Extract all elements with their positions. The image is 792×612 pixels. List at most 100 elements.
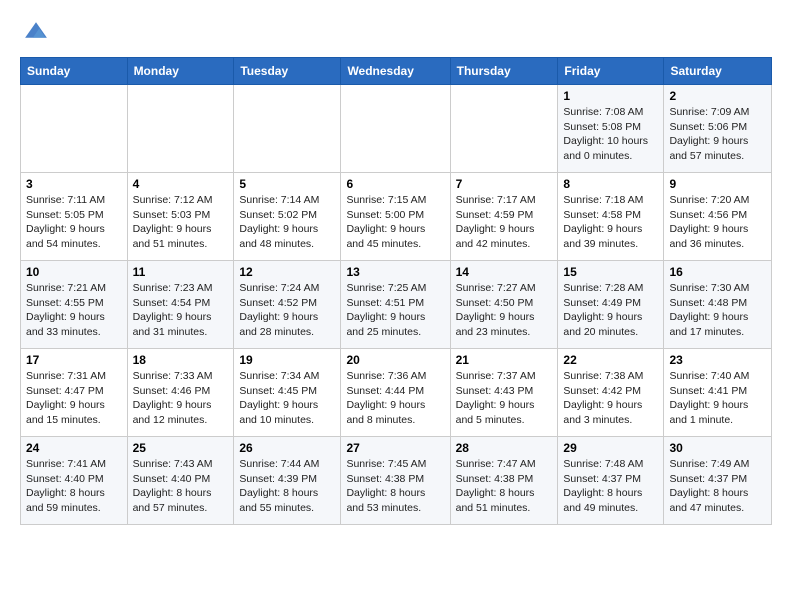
day-info: Sunrise: 7:40 AM Sunset: 4:41 PM Dayligh… bbox=[669, 369, 766, 428]
weekday-header: Wednesday bbox=[341, 58, 450, 85]
day-info: Sunrise: 7:41 AM Sunset: 4:40 PM Dayligh… bbox=[26, 457, 122, 516]
calendar-week-row: 24Sunrise: 7:41 AM Sunset: 4:40 PM Dayli… bbox=[21, 437, 772, 525]
day-info: Sunrise: 7:28 AM Sunset: 4:49 PM Dayligh… bbox=[563, 281, 658, 340]
calendar-cell: 23 Sunrise: 7:40 AM Sunset: 4:41 PM Dayli… bbox=[664, 349, 772, 437]
calendar-cell bbox=[127, 85, 234, 173]
day-info: Sunrise: 7:20 AM Sunset: 4:56 PM Dayligh… bbox=[669, 193, 766, 252]
calendar-week-row: 17Sunrise: 7:31 AM Sunset: 4:47 PM Dayli… bbox=[21, 349, 772, 437]
calendar-cell bbox=[450, 85, 558, 173]
page: SundayMondayTuesdayWednesdayThursdayFrid… bbox=[0, 0, 792, 541]
day-number: 7 bbox=[456, 177, 553, 191]
calendar-cell: 19 Sunrise: 7:34 AM Sunset: 4:45 PM Dayli… bbox=[234, 349, 341, 437]
logo bbox=[20, 16, 50, 49]
calendar-cell: 25Sunrise: 7:43 AM Sunset: 4:40 PM Dayli… bbox=[127, 437, 234, 525]
weekday-header: Saturday bbox=[664, 58, 772, 85]
day-number: 19 bbox=[239, 353, 335, 367]
day-info: Sunrise: 7:17 AM Sunset: 4:59 PM Dayligh… bbox=[456, 193, 553, 252]
day-number: 9 bbox=[669, 177, 766, 191]
day-info: Sunrise: 7:30 AM Sunset: 4:48 PM Dayligh… bbox=[669, 281, 766, 340]
calendar-cell: 10Sunrise: 7:21 AM Sunset: 4:55 PM Dayli… bbox=[21, 261, 128, 349]
weekday-header: Monday bbox=[127, 58, 234, 85]
day-info: Sunrise: 7:36 AM Sunset: 4:44 PM Dayligh… bbox=[346, 369, 444, 428]
day-number: 20 bbox=[346, 353, 444, 367]
calendar-cell: 4 Sunrise: 7:12 AM Sunset: 5:03 PM Daylig… bbox=[127, 173, 234, 261]
calendar-week-row: 1 Sunrise: 7:08 AM Sunset: 5:08 PM Daylig… bbox=[21, 85, 772, 173]
calendar-cell: 21 Sunrise: 7:37 AM Sunset: 4:43 PM Dayli… bbox=[450, 349, 558, 437]
day-number: 6 bbox=[346, 177, 444, 191]
day-info: Sunrise: 7:11 AM Sunset: 5:05 PM Dayligh… bbox=[26, 193, 122, 252]
calendar-cell bbox=[234, 85, 341, 173]
calendar-cell: 14 Sunrise: 7:27 AM Sunset: 4:50 PM Dayli… bbox=[450, 261, 558, 349]
day-number: 16 bbox=[669, 265, 766, 279]
day-number: 18 bbox=[133, 353, 229, 367]
day-info: Sunrise: 7:44 AM Sunset: 4:39 PM Dayligh… bbox=[239, 457, 335, 516]
weekday-header: Friday bbox=[558, 58, 664, 85]
day-info: Sunrise: 7:31 AM Sunset: 4:47 PM Dayligh… bbox=[26, 369, 122, 428]
weekday-header: Sunday bbox=[21, 58, 128, 85]
day-number: 8 bbox=[563, 177, 658, 191]
weekday-header: Thursday bbox=[450, 58, 558, 85]
day-number: 25 bbox=[133, 441, 229, 455]
header bbox=[20, 16, 772, 49]
calendar-cell: 26Sunrise: 7:44 AM Sunset: 4:39 PM Dayli… bbox=[234, 437, 341, 525]
day-info: Sunrise: 7:34 AM Sunset: 4:45 PM Dayligh… bbox=[239, 369, 335, 428]
day-number: 27 bbox=[346, 441, 444, 455]
calendar-cell: 20 Sunrise: 7:36 AM Sunset: 4:44 PM Dayli… bbox=[341, 349, 450, 437]
day-info: Sunrise: 7:09 AM Sunset: 5:06 PM Dayligh… bbox=[669, 105, 766, 164]
day-info: Sunrise: 7:15 AM Sunset: 5:00 PM Dayligh… bbox=[346, 193, 444, 252]
logo-icon bbox=[22, 16, 50, 44]
day-number: 12 bbox=[239, 265, 335, 279]
day-number: 3 bbox=[26, 177, 122, 191]
calendar-cell: 3 Sunrise: 7:11 AM Sunset: 5:05 PM Daylig… bbox=[21, 173, 128, 261]
calendar-cell: 9 Sunrise: 7:20 AM Sunset: 4:56 PM Daylig… bbox=[664, 173, 772, 261]
day-info: Sunrise: 7:37 AM Sunset: 4:43 PM Dayligh… bbox=[456, 369, 553, 428]
day-info: Sunrise: 7:12 AM Sunset: 5:03 PM Dayligh… bbox=[133, 193, 229, 252]
day-info: Sunrise: 7:08 AM Sunset: 5:08 PM Dayligh… bbox=[563, 105, 658, 164]
day-info: Sunrise: 7:18 AM Sunset: 4:58 PM Dayligh… bbox=[563, 193, 658, 252]
calendar-cell: 8 Sunrise: 7:18 AM Sunset: 4:58 PM Daylig… bbox=[558, 173, 664, 261]
day-number: 5 bbox=[239, 177, 335, 191]
day-number: 2 bbox=[669, 89, 766, 103]
day-number: 21 bbox=[456, 353, 553, 367]
calendar-cell: 13Sunrise: 7:25 AM Sunset: 4:51 PM Dayli… bbox=[341, 261, 450, 349]
day-info: Sunrise: 7:14 AM Sunset: 5:02 PM Dayligh… bbox=[239, 193, 335, 252]
calendar-cell: 7 Sunrise: 7:17 AM Sunset: 4:59 PM Daylig… bbox=[450, 173, 558, 261]
calendar-cell: 24Sunrise: 7:41 AM Sunset: 4:40 PM Dayli… bbox=[21, 437, 128, 525]
calendar-cell: 27 Sunrise: 7:45 AM Sunset: 4:38 PM Dayli… bbox=[341, 437, 450, 525]
calendar-cell bbox=[21, 85, 128, 173]
day-info: Sunrise: 7:24 AM Sunset: 4:52 PM Dayligh… bbox=[239, 281, 335, 340]
day-info: Sunrise: 7:45 AM Sunset: 4:38 PM Dayligh… bbox=[346, 457, 444, 516]
calendar-cell: 1 Sunrise: 7:08 AM Sunset: 5:08 PM Daylig… bbox=[558, 85, 664, 173]
day-info: Sunrise: 7:38 AM Sunset: 4:42 PM Dayligh… bbox=[563, 369, 658, 428]
calendar-table: SundayMondayTuesdayWednesdayThursdayFrid… bbox=[20, 57, 772, 525]
day-number: 1 bbox=[563, 89, 658, 103]
weekday-header: Tuesday bbox=[234, 58, 341, 85]
day-number: 14 bbox=[456, 265, 553, 279]
calendar-cell: 18 Sunrise: 7:33 AM Sunset: 4:46 PM Dayli… bbox=[127, 349, 234, 437]
day-info: Sunrise: 7:33 AM Sunset: 4:46 PM Dayligh… bbox=[133, 369, 229, 428]
calendar-cell: 22Sunrise: 7:38 AM Sunset: 4:42 PM Dayli… bbox=[558, 349, 664, 437]
calendar-cell: 30 Sunrise: 7:49 AM Sunset: 4:37 PM Dayli… bbox=[664, 437, 772, 525]
day-number: 30 bbox=[669, 441, 766, 455]
day-info: Sunrise: 7:21 AM Sunset: 4:55 PM Dayligh… bbox=[26, 281, 122, 340]
day-number: 29 bbox=[563, 441, 658, 455]
calendar-cell: 2 Sunrise: 7:09 AM Sunset: 5:06 PM Daylig… bbox=[664, 85, 772, 173]
weekday-header-row: SundayMondayTuesdayWednesdayThursdayFrid… bbox=[21, 58, 772, 85]
day-info: Sunrise: 7:27 AM Sunset: 4:50 PM Dayligh… bbox=[456, 281, 553, 340]
calendar-cell: 29 Sunrise: 7:48 AM Sunset: 4:37 PM Dayli… bbox=[558, 437, 664, 525]
day-number: 11 bbox=[133, 265, 229, 279]
calendar-cell: 28Sunrise: 7:47 AM Sunset: 4:38 PM Dayli… bbox=[450, 437, 558, 525]
day-info: Sunrise: 7:47 AM Sunset: 4:38 PM Dayligh… bbox=[456, 457, 553, 516]
day-number: 13 bbox=[346, 265, 444, 279]
day-info: Sunrise: 7:48 AM Sunset: 4:37 PM Dayligh… bbox=[563, 457, 658, 516]
calendar-cell: 16 Sunrise: 7:30 AM Sunset: 4:48 PM Dayli… bbox=[664, 261, 772, 349]
calendar-cell: 5 Sunrise: 7:14 AM Sunset: 5:02 PM Daylig… bbox=[234, 173, 341, 261]
day-info: Sunrise: 7:23 AM Sunset: 4:54 PM Dayligh… bbox=[133, 281, 229, 340]
day-info: Sunrise: 7:49 AM Sunset: 4:37 PM Dayligh… bbox=[669, 457, 766, 516]
day-number: 4 bbox=[133, 177, 229, 191]
calendar-cell: 11 Sunrise: 7:23 AM Sunset: 4:54 PM Dayli… bbox=[127, 261, 234, 349]
calendar-cell: 6 Sunrise: 7:15 AM Sunset: 5:00 PM Daylig… bbox=[341, 173, 450, 261]
calendar-week-row: 3 Sunrise: 7:11 AM Sunset: 5:05 PM Daylig… bbox=[21, 173, 772, 261]
calendar-cell: 12 Sunrise: 7:24 AM Sunset: 4:52 PM Dayli… bbox=[234, 261, 341, 349]
day-number: 23 bbox=[669, 353, 766, 367]
